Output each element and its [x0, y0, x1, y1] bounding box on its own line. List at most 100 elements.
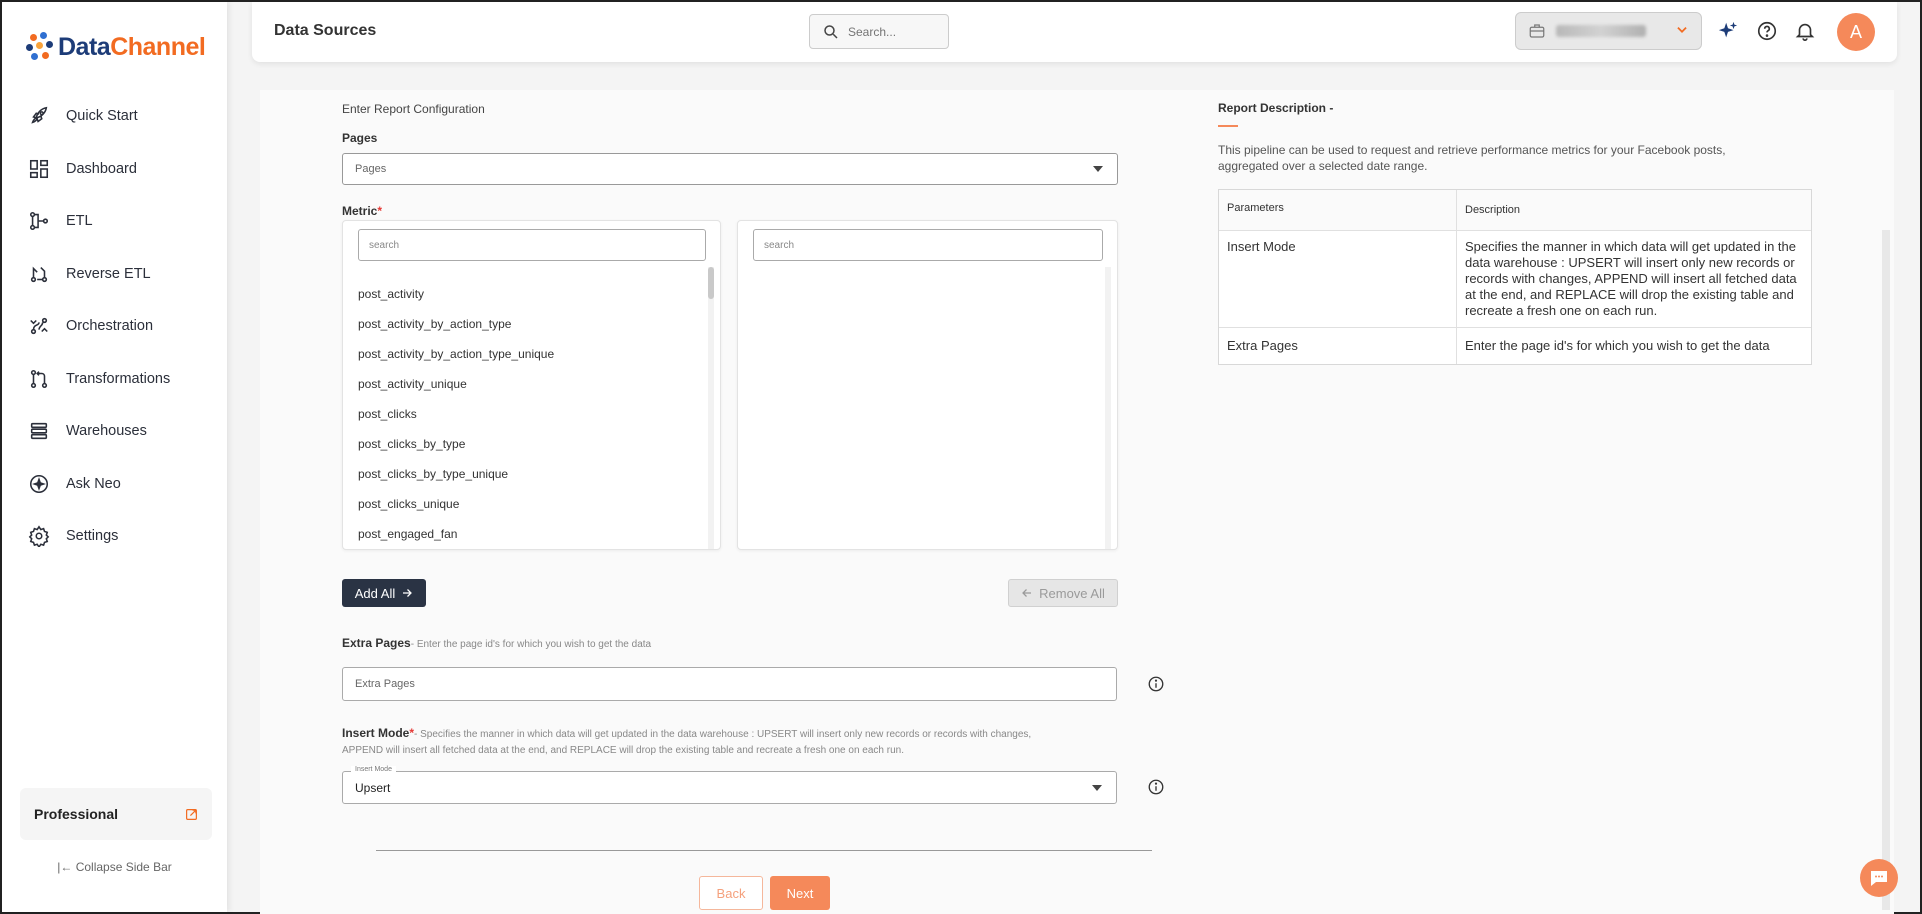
logo-mark-icon: [26, 32, 56, 62]
info-icon[interactable]: [1147, 675, 1165, 693]
back-button[interactable]: Back: [699, 876, 763, 910]
list-item[interactable]: post_activity: [358, 287, 424, 301]
available-metrics-search[interactable]: search: [358, 229, 706, 261]
insert-mode-float-label: Insert Mode: [351, 766, 396, 773]
metric-label-text: Metric: [342, 204, 378, 218]
sidebar: DataChannel Quick Start Dashboard ETL Re…: [2, 2, 227, 912]
pages-select-value: Pages: [355, 163, 387, 175]
metric-label: Metric*: [342, 204, 382, 218]
next-button[interactable]: Next: [770, 876, 830, 910]
datachannel-logo[interactable]: DataChannel: [26, 32, 206, 62]
sidebar-item-label: ETL: [66, 213, 93, 230]
page-scrollbar[interactable]: [1882, 230, 1890, 910]
collapse-sidebar-button[interactable]: |← Collapse Side Bar: [2, 860, 227, 874]
insert-mode-label: Insert Mode: [342, 726, 410, 740]
external-link-icon[interactable]: [185, 808, 198, 821]
extra-pages-heading: Extra Pages- Enter the page id's for whi…: [342, 636, 651, 650]
arrow-left-icon: [1022, 589, 1032, 597]
brand-name-part2: Channel: [110, 32, 206, 61]
sidebar-item-orchestration[interactable]: Orchestration: [2, 300, 227, 353]
sidebar-item-quick-start[interactable]: Quick Start: [2, 90, 227, 143]
sidebar-item-ask-neo[interactable]: Ask Neo: [2, 458, 227, 511]
insert-mode-select[interactable]: Insert Mode Upsert: [342, 766, 1117, 804]
sidebar-item-label: Dashboard: [66, 160, 137, 177]
sidebar-item-etl[interactable]: ETL: [2, 195, 227, 248]
available-metrics-panel: search post_activity post_activity_by_ac…: [342, 220, 721, 550]
remove-all-label: Remove All: [1039, 585, 1105, 601]
list-item[interactable]: post_engaged_fan: [358, 527, 457, 541]
global-search[interactable]: [809, 14, 949, 49]
list-item[interactable]: post_activity_unique: [358, 377, 467, 391]
briefcase-icon: [1529, 24, 1545, 38]
extra-pages-hint: - Enter the page id's for which you wish…: [410, 639, 652, 650]
info-icon[interactable]: [1147, 778, 1165, 796]
remove-all-button[interactable]: Remove All: [1008, 579, 1118, 607]
add-all-button[interactable]: Add All: [342, 579, 426, 607]
rocket-icon: [31, 107, 48, 124]
search-placeholder: search: [369, 239, 400, 251]
brand-name-part1: Data: [58, 32, 111, 61]
dashboard-icon: [29, 159, 49, 178]
sidebar-item-label: Transformations: [66, 370, 171, 387]
sidebar-item-label: Ask Neo: [66, 475, 121, 492]
main-content: Enter Report Configuration Pages Pages M…: [260, 90, 1894, 914]
search-input[interactable]: [848, 24, 938, 39]
collapse-arrow-icon: |←: [57, 860, 76, 874]
sidebar-item-label: Warehouses: [66, 423, 147, 440]
selected-metrics-panel: search: [737, 220, 1118, 550]
sidebar-item-label: Reverse ETL: [66, 265, 151, 282]
ai-sparkle-icon[interactable]: [1717, 20, 1739, 42]
sidebar-item-dashboard[interactable]: Dashboard: [2, 143, 227, 196]
insert-mode-hint: - Specifies the manner in which data wil…: [342, 729, 1032, 756]
selected-metrics-search[interactable]: search: [753, 229, 1103, 261]
search-placeholder: search: [764, 239, 795, 251]
dropdown-caret-icon: [1093, 166, 1103, 172]
table-cell-param: Extra Pages: [1219, 328, 1457, 364]
sidebar-item-transformations[interactable]: Transformations: [2, 353, 227, 406]
list-item[interactable]: post_clicks_by_type_unique: [358, 467, 508, 481]
plan-card[interactable]: Professional: [20, 788, 212, 840]
list-item[interactable]: post_clicks: [358, 407, 417, 421]
scrollbar-track[interactable]: [708, 267, 714, 549]
list-item[interactable]: post_activity_by_action_type_unique: [358, 347, 554, 361]
sidebar-item-warehouses[interactable]: Warehouses: [2, 405, 227, 458]
search-icon: [824, 24, 838, 39]
parameters-table: Parameters Description Insert Mode Speci…: [1218, 189, 1812, 365]
pages-label: Pages: [342, 131, 378, 145]
add-all-label: Add All: [354, 585, 396, 601]
top-header: Data Sources A: [252, 2, 1897, 62]
sparkle-icon: [29, 474, 49, 493]
scrollbar-track[interactable]: [1105, 267, 1111, 549]
report-description-text: This pipeline can be used to request and…: [1218, 143, 1726, 173]
workspace-selector[interactable]: [1515, 12, 1702, 50]
reverse-etl-icon: [30, 266, 48, 282]
help-icon[interactable]: [1756, 20, 1778, 42]
sidebar-item-settings[interactable]: Settings: [2, 510, 227, 563]
avatar[interactable]: A: [1837, 13, 1875, 51]
list-item[interactable]: post_clicks_unique: [358, 497, 459, 511]
list-item[interactable]: post_activity_by_action_type: [358, 317, 511, 331]
transformations-icon: [30, 369, 48, 388]
sidebar-nav: Quick Start Dashboard ETL Reverse ETL Or…: [2, 90, 227, 563]
pages-select[interactable]: Pages: [342, 153, 1118, 185]
table-header-row: Parameters Description: [1219, 190, 1811, 231]
page-title: Data Sources: [274, 22, 377, 39]
table-row: Extra Pages Enter the page id's for whic…: [1219, 328, 1811, 364]
insert-mode-heading: Insert Mode*- Specifies the manner in wh…: [342, 726, 1062, 758]
insert-mode-value: Upsert: [355, 780, 391, 795]
gear-icon: [28, 525, 50, 548]
scrollbar-thumb[interactable]: [708, 267, 714, 299]
sidebar-item-label: Orchestration: [66, 318, 154, 335]
collapse-label: Collapse Side Bar: [75, 860, 172, 874]
extra-pages-placeholder: Extra Pages: [355, 678, 415, 690]
sidebar-item-reverse-etl[interactable]: Reverse ETL: [2, 248, 227, 301]
extra-pages-input[interactable]: Extra Pages: [342, 667, 1117, 701]
chat-support-button[interactable]: [1860, 859, 1898, 897]
title-underline: [1218, 125, 1238, 127]
extra-pages-label: Extra Pages: [342, 636, 411, 650]
table-cell-desc: Specifies the manner in which data will …: [1465, 239, 1797, 318]
list-item[interactable]: post_clicks_by_type: [358, 437, 465, 451]
chevron-down-icon: [1677, 27, 1687, 33]
bell-icon[interactable]: [1794, 20, 1816, 42]
table-header-cell: Description: [1465, 204, 1521, 216]
